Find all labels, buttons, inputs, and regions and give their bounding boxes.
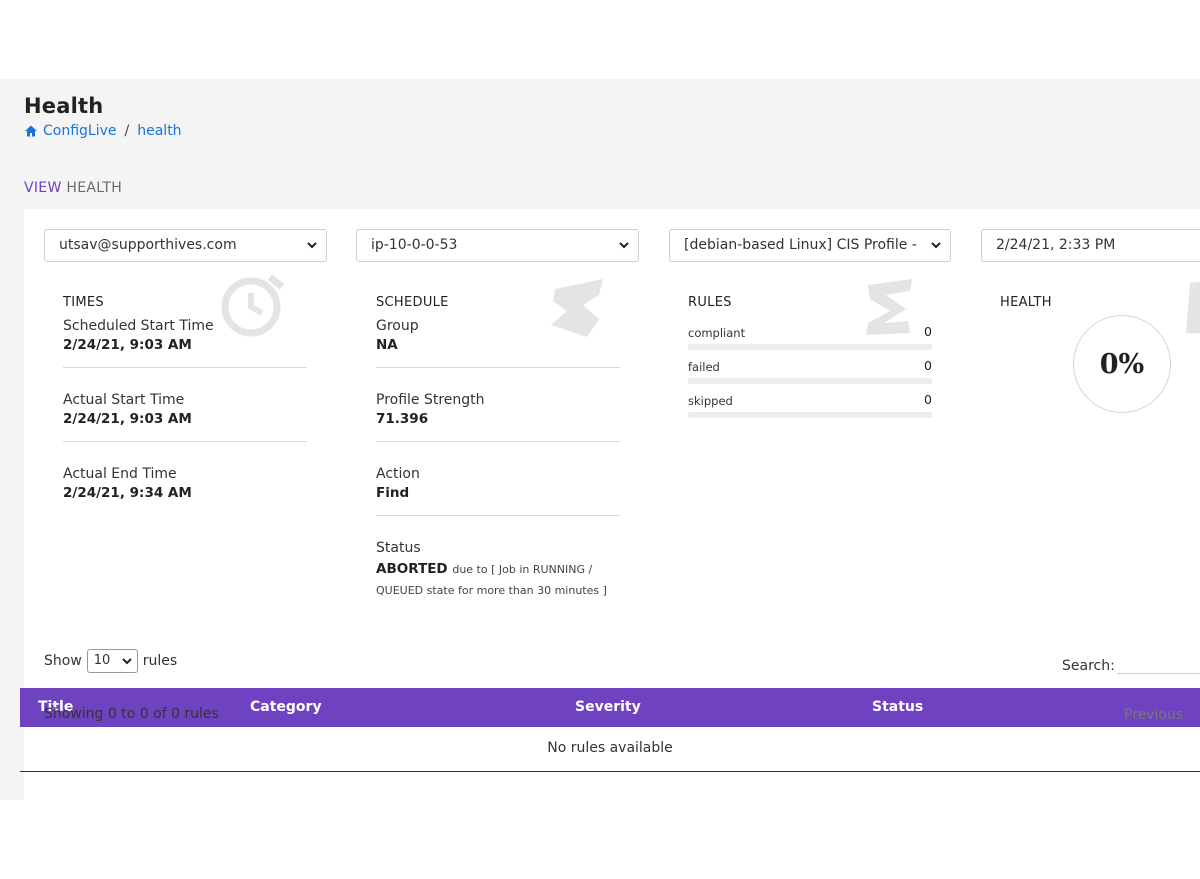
chevron-down-icon <box>121 655 133 671</box>
rule-progress-bar <box>688 412 932 418</box>
user-select[interactable]: utsav@supporthives.com <box>44 229 327 262</box>
actual-end-value: 2/24/21, 9:34 AM <box>63 485 192 501</box>
health-watermark-icon <box>1186 281 1200 334</box>
times-section: TIMES Scheduled Start Time 2/24/21, 9:03… <box>63 295 307 515</box>
profile-strength-value: 71.396 <box>376 411 429 427</box>
column-header-category[interactable]: Category <box>250 699 322 715</box>
table-empty-message: No rules available <box>20 727 1200 772</box>
host-select[interactable]: ip-10-0-0-53 <box>356 229 639 262</box>
rule-row-failed: failed 0 <box>688 358 932 384</box>
search-input[interactable] <box>1116 650 1200 674</box>
column-header-status[interactable]: Status <box>872 699 923 715</box>
home-icon[interactable] <box>24 124 38 138</box>
breadcrumb: ConfigLive / health <box>24 123 182 139</box>
group-label: Group <box>376 318 419 334</box>
rule-label: skipped <box>688 394 733 408</box>
rule-label: compliant <box>688 326 746 340</box>
section-heading-rest: HEALTH <box>66 180 123 196</box>
status-badge: ABORTED <box>376 561 448 577</box>
search-control: Search: <box>1062 650 1200 674</box>
rule-row-compliant: compliant 0 <box>688 324 932 350</box>
search-label: Search: <box>1062 658 1115 674</box>
section-heading-accent: VIEW <box>24 180 62 196</box>
page-size-select[interactable]: 10 <box>86 649 138 673</box>
status-value-block: ABORTED due to [ Job in RUNNING / QUEUED… <box>376 559 620 601</box>
actual-start-value: 2/24/21, 9:03 AM <box>63 411 192 427</box>
datetime-select[interactable]: 2/24/21, 2:33 PM <box>981 229 1200 262</box>
profile-select-value: [debian-based Linux] CIS Profile - <box>684 237 917 253</box>
profile-select[interactable]: [debian-based Linux] CIS Profile - <box>669 229 951 262</box>
previous-page-button[interactable]: Previous <box>1124 707 1183 723</box>
chevron-down-icon <box>618 239 630 251</box>
page-content: Health ConfigLive / health VIEW HEALTH u… <box>0 79 1200 800</box>
scheduled-start-label: Scheduled Start Time <box>63 318 214 334</box>
chevron-down-icon <box>306 239 318 251</box>
health-title: HEALTH <box>1000 295 1052 310</box>
schedule-section: SCHEDULE Group NA Profile Strength 71.39… <box>376 295 620 615</box>
schedule-title: SCHEDULE <box>376 295 449 310</box>
status-label: Status <box>376 540 421 556</box>
rules-section: RULES compliant 0 failed 0 skipped 0 <box>688 295 932 418</box>
rule-progress-bar <box>688 378 932 384</box>
action-label: Action <box>376 466 420 482</box>
user-select-value: utsav@supporthives.com <box>59 237 237 253</box>
action-value: Find <box>376 485 410 501</box>
rules-label: rules <box>142 653 178 669</box>
health-section: HEALTH <box>1000 295 1052 310</box>
scheduled-start-value: 2/24/21, 9:03 AM <box>63 337 192 353</box>
page-size-value: 10 <box>93 653 111 668</box>
host-select-value: ip-10-0-0-53 <box>371 237 458 253</box>
rule-label: failed <box>688 360 720 374</box>
rules-title: RULES <box>688 295 732 310</box>
actual-start-label: Actual Start Time <box>63 392 185 408</box>
show-label: Show <box>44 653 82 669</box>
column-header-severity[interactable]: Severity <box>575 699 641 715</box>
breadcrumb-home-link[interactable]: ConfigLive <box>43 123 117 139</box>
chevron-down-icon <box>930 239 942 251</box>
rule-count: 0 <box>924 324 932 339</box>
profile-strength-label: Profile Strength <box>376 392 485 408</box>
breadcrumb-current-link[interactable]: health <box>137 123 181 139</box>
actual-end-label: Actual End Time <box>63 466 177 482</box>
rule-progress-bar <box>688 344 932 350</box>
page-title: Health <box>24 94 104 118</box>
rule-row-skipped: skipped 0 <box>688 392 932 418</box>
breadcrumb-separator: / <box>124 123 130 139</box>
group-value: NA <box>376 337 398 353</box>
times-title: TIMES <box>63 295 104 310</box>
page-size-control: Show 10 rules <box>44 649 177 673</box>
datetime-select-value: 2/24/21, 2:33 PM <box>996 237 1116 253</box>
table-info: Showing 0 to 0 of 0 rules <box>44 706 219 722</box>
rule-count: 0 <box>924 358 932 373</box>
section-heading: VIEW HEALTH <box>24 180 122 196</box>
health-gauge: 0% <box>1073 315 1171 413</box>
rule-count: 0 <box>924 392 932 407</box>
